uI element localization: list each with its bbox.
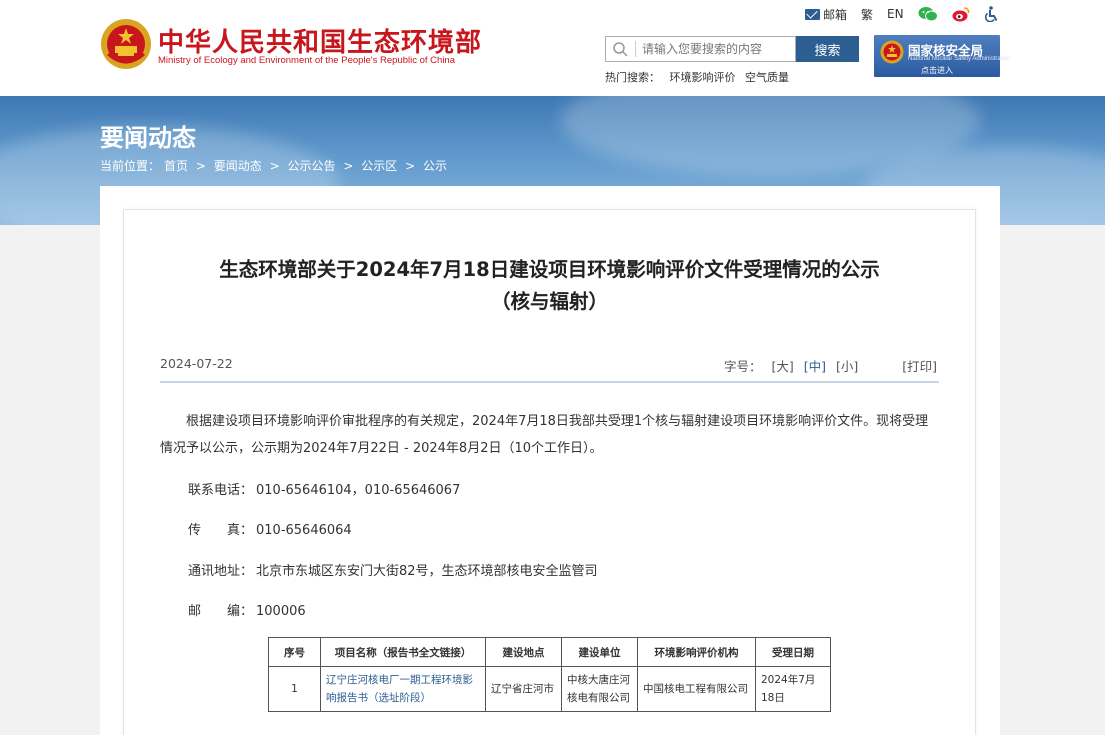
contact-address: 通讯地址： 北京市东城区东安门大街82号，生态环境部核电安全监管司: [188, 560, 598, 579]
font-size-small[interactable]: [小]: [836, 359, 858, 374]
breadcrumb-separator: >: [269, 159, 280, 173]
breadcrumb-publicity-area[interactable]: 公示区: [361, 159, 397, 173]
print-button[interactable]: [打印]: [902, 359, 937, 374]
mail-link[interactable]: 邮箱: [805, 6, 847, 23]
nnsa-emblem-icon: [880, 40, 904, 64]
site-name-cn[interactable]: 中华人民共和国生态环境部: [158, 22, 482, 59]
contact-label: 传 真：: [188, 523, 254, 538]
col-header-accept-date: 受理日期: [755, 637, 831, 667]
table-row: 1 辽宁庄河核电厂一期工程环境影响报告书（选址阶段） 辽宁省庄河市 中核大唐庄河…: [268, 666, 831, 712]
breadcrumb-news[interactable]: 要闻动态: [214, 159, 262, 173]
hot-search-label: 热门搜索：: [605, 71, 660, 84]
col-header-eia-agency: 环境影响评价机构: [637, 637, 756, 667]
search-input[interactable]: [642, 40, 792, 58]
accessibility-icon: [984, 6, 997, 22]
hot-search-term-eia[interactable]: 环境影响评价: [670, 71, 736, 84]
traditional-chinese-link[interactable]: 繁: [861, 6, 873, 23]
contact-label: 通讯地址：: [188, 564, 254, 579]
title-divider: [160, 381, 939, 383]
search-icon[interactable]: [613, 42, 628, 57]
national-emblem-icon[interactable]: [100, 18, 152, 70]
article-title-line2: （核与辐射）: [490, 290, 608, 313]
mail-icon: [805, 8, 820, 20]
contact-value: 100006: [256, 604, 306, 619]
search-divider: [635, 41, 636, 57]
weibo-link[interactable]: [952, 6, 970, 22]
nnsa-enter: 点击进入: [921, 66, 953, 75]
col-header-project-name: 项目名称（报告书全文链接）: [320, 637, 486, 667]
col-header-builder: 建设单位: [561, 637, 638, 667]
wechat-link[interactable]: [918, 6, 938, 22]
breadcrumb-prefix: 当前位置：: [100, 159, 161, 173]
contact-value: 010-65646104，010-65646067: [256, 483, 461, 498]
contact-label: 邮 编：: [188, 604, 254, 619]
nnsa-banner-link[interactable]: 国家核安全局 National Nuclear Safety Administr…: [874, 35, 1010, 77]
wechat-icon: [918, 7, 938, 22]
contact-postcode: 邮 编： 100006: [188, 600, 306, 619]
article-date: 2024-07-22: [160, 356, 233, 371]
font-size-label: 字号：: [724, 359, 762, 374]
breadcrumb-separator: >: [343, 159, 354, 173]
site-header: 中华人民共和国生态环境部 Ministry of Ecology and Env…: [0, 0, 1105, 96]
contact-phone: 联系电话： 010-65646104，010-65646067: [188, 479, 460, 498]
hot-searches: 热门搜索： 环境影响评价 空气质量: [605, 69, 795, 85]
contact-value: 010-65646064: [256, 523, 352, 538]
hot-search-term-air-quality[interactable]: 空气质量: [745, 71, 789, 84]
article-paragraph: 根据建设项目环境影响评价审批程序的有关规定，2024年7月18日我部共受理1个核…: [160, 414, 929, 456]
site-name-en[interactable]: Ministry of Ecology and Environment of t…: [158, 55, 455, 66]
accessibility-link[interactable]: [984, 6, 1000, 22]
search-button[interactable]: 搜索: [796, 36, 859, 62]
font-size-controls: 字号： [大] [中] [小] [打印]: [724, 356, 937, 375]
col-header-number: 序号: [268, 637, 321, 667]
font-size-large[interactable]: [大]: [772, 359, 794, 374]
search-box: [605, 36, 796, 62]
acceptance-table: 序号 项目名称（报告书全文链接） 建设地点 建设单位 环境影响评价机构 受理日期…: [268, 637, 831, 712]
cell-project-link[interactable]: 辽宁庄河核电厂一期工程环境影响报告书（选址阶段）: [320, 666, 486, 712]
cell-eia-agency: 中国核电工程有限公司: [637, 666, 756, 712]
english-link[interactable]: EN: [887, 7, 904, 21]
section-title: 要闻动态: [100, 124, 196, 152]
col-header-location: 建设地点: [485, 637, 562, 667]
cell-number: 1: [268, 666, 321, 712]
font-size-medium[interactable]: [中]: [804, 359, 826, 374]
article-title: 生态环境部关于2024年7月18日建设项目环境影响评价文件受理情况的公示 （核与…: [123, 254, 976, 318]
cell-builder: 中核大唐庄河核电有限公司: [561, 666, 638, 712]
nnsa-name-en: National Nuclear Safety Administration: [908, 56, 1011, 62]
breadcrumb-publicity[interactable]: 公示: [423, 159, 447, 173]
breadcrumb-separator: >: [195, 159, 206, 173]
breadcrumb-home[interactable]: 首页: [164, 159, 188, 173]
contact-label: 联系电话：: [188, 483, 254, 498]
breadcrumb-announcements[interactable]: 公示公告: [287, 159, 335, 173]
breadcrumb: 当前位置： 首页 > 要闻动态 > 公示公告 > 公示区 > 公示: [100, 157, 451, 174]
contact-value: 北京市东城区东安门大街82号，生态环境部核电安全监管司: [256, 564, 598, 579]
breadcrumb-separator: >: [405, 159, 416, 173]
cell-accept-date: 2024年7月18日: [755, 666, 831, 712]
table-header-row: 序号 项目名称（报告书全文链接） 建设地点 建设单位 环境影响评价机构 受理日期: [268, 637, 831, 667]
article-title-line1: 生态环境部关于2024年7月18日建设项目环境影响评价文件受理情况的公示: [219, 258, 880, 281]
cell-location: 辽宁省庄河市: [485, 666, 562, 712]
mail-label: 邮箱: [823, 7, 848, 22]
weibo-icon: [952, 7, 969, 22]
top-links: 邮箱 繁 EN: [805, 6, 1014, 22]
contact-fax: 传 真： 010-65646064: [188, 519, 352, 538]
